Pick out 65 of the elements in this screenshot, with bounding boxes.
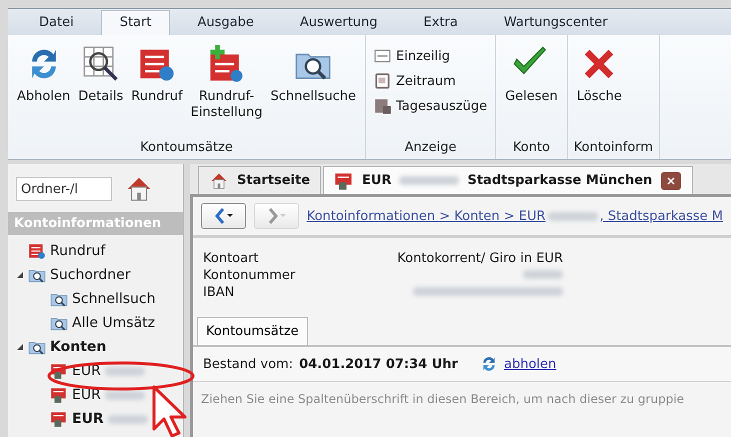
ribbon-button[interactable]: Schnellsuche	[268, 43, 359, 108]
close-icon[interactable]	[660, 170, 682, 190]
tree-item[interactable]: EUR	[72, 411, 104, 427]
menu-tab[interactable]: Wartungscenter	[484, 10, 627, 35]
expanded-icon[interactable]	[16, 343, 24, 351]
ribbon-button[interactable]: Details	[75, 43, 126, 108]
redacted-account-number	[399, 176, 460, 185]
balance-date: 04.01.2017 07:34 Uhr	[299, 356, 458, 372]
tree-item[interactable]: Rundruf	[50, 243, 106, 259]
grid-magnifier-icon	[82, 45, 120, 83]
forward-button[interactable]	[254, 203, 299, 229]
ribbon-button[interactable]: Rundruf	[128, 43, 186, 108]
menu-tab[interactable]: Extra	[404, 10, 477, 35]
menu-tab[interactable]: Start	[100, 10, 170, 35]
group-hint: Ziehen Sie eine Spaltenüberschrift in diesen Bereich, um nach dieser zu gruppie	[200, 391, 686, 408]
ribbon-button[interactable]: Zeitraum	[372, 70, 458, 92]
detail-label: Kontoart	[203, 250, 260, 267]
account-icon	[50, 386, 68, 404]
tree-item[interactable]: Konten	[50, 339, 106, 355]
ribbon-button[interactable]: Tagesauszüge	[372, 95, 490, 117]
ribbon-group-title: Kontoumsätze	[139, 140, 234, 157]
section-tab[interactable]: Kontoumsätze	[197, 317, 308, 345]
detail-label: IBAN	[203, 284, 236, 301]
account-icon	[50, 410, 68, 428]
back-arrow-icon	[213, 208, 234, 224]
ribbon-button[interactable]: Rundruf- Einstellung	[188, 43, 266, 124]
detail-label: Kontonummer	[203, 267, 296, 284]
tab-title: Startseite	[237, 173, 310, 188]
ribbon-group-title: Anzeige	[404, 140, 458, 157]
balance-label: Bestand vom:	[203, 356, 294, 372]
folder-search-field[interactable]: Ordner-/l	[16, 177, 112, 201]
document-tab[interactable]: EUR Stadtsparkasse München	[323, 166, 694, 194]
fetch-link[interactable]: abholen	[504, 356, 556, 372]
back-button[interactable]	[201, 203, 246, 229]
ribbon-button[interactable]: Abholen	[14, 43, 74, 108]
document-tab[interactable]: Startseite	[198, 166, 322, 194]
redacted-account-number	[108, 414, 148, 424]
menu-tab[interactable]: Ausgabe	[178, 10, 273, 35]
menu-tab[interactable]: Auswertung	[280, 10, 397, 35]
forward-arrow-icon	[266, 208, 286, 224]
account-icon	[334, 170, 354, 190]
document-icon	[28, 242, 46, 260]
ribbon-button[interactable]: Gelesen	[502, 43, 561, 108]
ribbon-group-title: Kontoinform	[574, 140, 654, 157]
calendar-icon	[374, 72, 392, 90]
menu-tab[interactable]: Datei	[20, 10, 93, 35]
tab-title: EUR	[362, 173, 392, 188]
redacted-account-number	[104, 366, 145, 376]
tree-item[interactable]: Schnellsuch	[72, 291, 156, 307]
house-icon	[209, 170, 229, 190]
expanded-icon[interactable]	[16, 271, 24, 279]
redacted-value	[523, 270, 563, 279]
ribbon-group-title: Konto	[512, 140, 551, 157]
ribbon-button[interactable]: Lösche	[574, 43, 625, 108]
tree-item[interactable]: Alle Umsätz	[72, 315, 156, 331]
section-header: Kontoinformationen	[8, 212, 183, 235]
breadcrumb-link[interactable]: Kontoinformationen > Konten > EUR , Stadtsparkasse M	[306, 208, 723, 224]
tree-item[interactable]: EUR	[72, 387, 101, 403]
detail-value: Kontokorrent/ Giro in EUR	[397, 250, 563, 267]
tree-item[interactable]: Suchordner	[50, 267, 131, 283]
ribbon-button[interactable]: Einzeilig	[372, 45, 452, 67]
tab-title: Stadtsparkasse München	[467, 173, 652, 188]
redacted-account-number	[104, 390, 145, 400]
account-icon	[50, 362, 68, 380]
statement-icon	[374, 97, 392, 115]
